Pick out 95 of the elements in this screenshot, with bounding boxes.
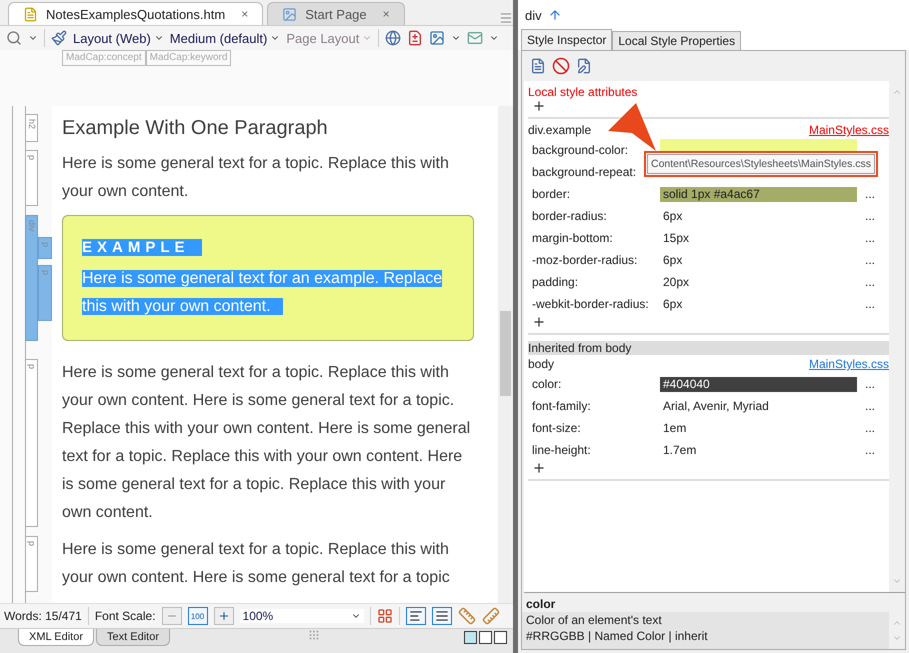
compare-icon[interactable] (407, 30, 424, 46)
stylesheet-link[interactable]: MainStyles.css (808, 121, 889, 139)
toolbar-dropdown[interactable]: Medium (default) (170, 30, 280, 46)
property-name: color: (531, 377, 562, 391)
paragraph: Here is some general text for a topic. Replace this with your own content. (62, 154, 450, 202)
globe-icon[interactable] (385, 30, 402, 46)
edit-file-icon[interactable] (576, 58, 592, 74)
envelope-icon[interactable] (467, 30, 484, 46)
editor-tab[interactable]: XML Editor (18, 629, 94, 646)
view-toggle[interactable] (432, 607, 452, 625)
document-tab[interactable]: NotesExamplesQuotations.htm × (8, 2, 264, 25)
increase-button[interactable] (214, 607, 234, 625)
property-value[interactable]: Arial, Avenir, Myriad (660, 398, 857, 414)
preview-icon[interactable] (6, 30, 22, 46)
property-name: background-repeat: (531, 165, 638, 179)
document-tab[interactable]: Start Page × (267, 2, 405, 25)
help-text: Color of an element's text (526, 612, 663, 628)
edit-ellipsis[interactable]: ... (857, 443, 881, 457)
grid-icon[interactable] (376, 608, 393, 624)
document-icon[interactable] (23, 6, 38, 22)
edit-ellipsis[interactable]: ... (857, 399, 881, 413)
tooltip: Content\Resources\Stylesheets\MainStyles.css (644, 151, 878, 177)
heading: Example With One Paragraph (62, 116, 329, 141)
property-value[interactable]: 1em (660, 420, 857, 436)
property-value[interactable]: 6px (660, 208, 857, 224)
editor-tab[interactable]: Text Editor (96, 629, 170, 646)
close-icon[interactable]: × (241, 7, 248, 21)
help-title: color (525, 597, 556, 612)
selector: body (528, 356, 554, 373)
plus-icon[interactable] (532, 99, 546, 113)
scrollbar-thumb[interactable] (500, 311, 511, 396)
edit-ellipsis[interactable]: ... (857, 421, 881, 435)
edit-ellipsis[interactable]: ... (857, 209, 881, 223)
plus-icon[interactable] (532, 461, 546, 475)
start-page-icon[interactable] (282, 6, 298, 22)
property-value[interactable]: solid 1px #a4ac67 (660, 186, 857, 202)
edit-ellipsis[interactable]: ... (857, 297, 881, 311)
property-name: -moz-border-radius: (531, 253, 638, 267)
property-name: border-radius: (531, 209, 608, 223)
property-value[interactable]: 15px (660, 230, 857, 246)
property-value[interactable]: 6px (660, 252, 857, 268)
help-text: #RRGGBB | Named Color | inherit (526, 628, 709, 644)
paragraph: Here is some general text for a topic. Replace this with your own content. Here is some general text for a topic (62, 540, 451, 588)
document-icon[interactable] (530, 58, 546, 74)
property-name: padding: (531, 275, 580, 289)
selector: div.example (528, 122, 592, 139)
ban-icon[interactable] (552, 57, 570, 75)
edit-ellipsis[interactable]: ... (857, 275, 881, 289)
edit-ellipsis[interactable]: ... (857, 231, 881, 245)
property-name: font-family: (531, 399, 592, 413)
property-name: margin-bottom: (531, 231, 614, 245)
inspector-tab[interactable]: Local Style Properties (612, 31, 742, 50)
plus-icon[interactable] (532, 315, 546, 329)
tag-marker[interactable]: p (25, 536, 38, 592)
tag-marker[interactable]: h2 (25, 114, 38, 142)
layout-button[interactable] (494, 631, 507, 644)
stylesheet-link[interactable]: MainStyles.css (808, 355, 889, 373)
edit-ellipsis[interactable]: ... (857, 253, 881, 267)
section-heading: Inherited from body (528, 341, 889, 355)
ruler-icon[interactable] (482, 607, 500, 625)
brush-icon[interactable] (51, 30, 67, 46)
toolbar-dropdown[interactable]: Layout (Web) (73, 30, 164, 46)
property-value[interactable]: 1.7em (660, 442, 857, 458)
property-value[interactable]: 6px (660, 296, 857, 312)
property-value[interactable]: #404040 (660, 376, 857, 392)
element-name: div (525, 8, 542, 22)
edit-ellipsis[interactable]: ... (857, 187, 881, 201)
edit-ellipsis[interactable]: ... (857, 377, 881, 391)
paragraph: Here is some general text for a topic. Replace this with your own content. Here is some general text for a topic. Replace this with your own content. Here is some general text for a topic. Replace this with your own content. Here is some general text for a topic. Replace this with your own content. (62, 363, 472, 523)
plus-icon[interactable] (218, 610, 230, 622)
ruler-icon[interactable] (458, 607, 476, 625)
property-name: line-height: (531, 443, 592, 457)
property-name: -webkit-border-radius: (531, 297, 650, 311)
scale-button[interactable]: 100 (188, 607, 208, 625)
lines-icon[interactable] (434, 609, 449, 623)
example-label: EXAMPLE (62, 237, 474, 259)
lines-icon[interactable] (408, 609, 423, 623)
tag-marker[interactable]: p (25, 359, 38, 527)
inspector-tab[interactable]: Style Inspector (521, 29, 612, 50)
section-heading: Local style attributes (528, 85, 638, 99)
layout-button[interactable] (464, 631, 477, 644)
layout-button[interactable] (479, 631, 492, 644)
property-name: background-color: (531, 143, 630, 157)
view-toggle[interactable] (406, 607, 426, 625)
menu-icon[interactable] (499, 11, 513, 25)
image-icon[interactable] (429, 30, 446, 46)
close-icon[interactable]: × (382, 7, 390, 21)
property-name: font-size: (531, 421, 582, 435)
word-count: Words: 15/471 (4, 609, 82, 623)
font-scale-label: Font Scale: (94, 609, 156, 623)
tag-marker[interactable]: p (25, 150, 38, 206)
property-name: border: (531, 187, 572, 201)
grip-icon[interactable] (308, 629, 320, 641)
zoom-dropdown[interactable]: 100% (240, 609, 364, 623)
property-value[interactable]: 20px (660, 274, 857, 290)
